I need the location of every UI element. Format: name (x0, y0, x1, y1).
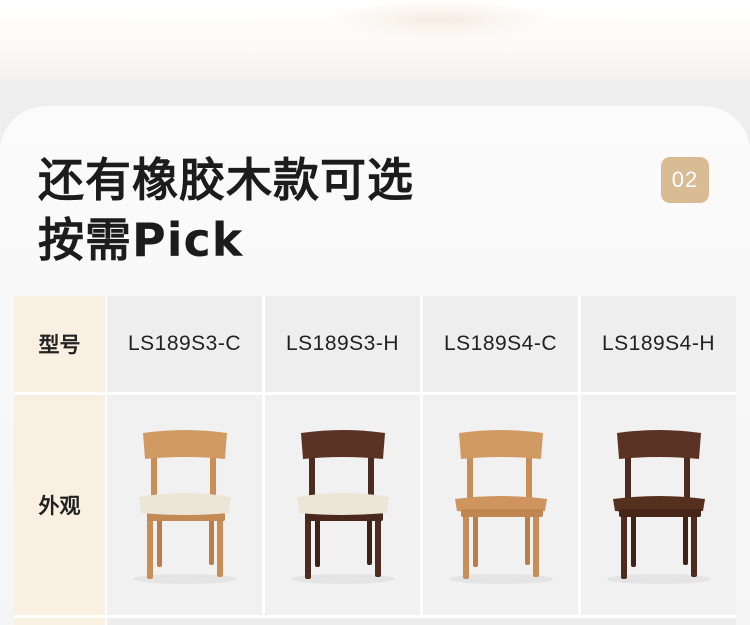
title-line-1: 还有橡胶木款可选 (38, 153, 414, 207)
row-label-appearance: 外观 (14, 395, 105, 615)
chair-image-cell (107, 395, 262, 615)
chair-image-cell (265, 395, 420, 615)
title-line-2: 按需Pick (38, 213, 244, 267)
next-row-strip (107, 618, 736, 625)
model-cell: LS189S4-C (423, 296, 578, 392)
chair-natural-cushion-image (132, 430, 237, 584)
comparison-table: 型号 LS189S3-C LS189S3-H LS189S4-C LS189S4… (14, 296, 736, 625)
model-cell: LS189S3-C (107, 296, 262, 392)
section-number-badge: 02 (661, 157, 709, 203)
chair-walnut-cushion-image (290, 430, 395, 584)
model-cell: LS189S3-H (265, 296, 420, 392)
chair-image-cell (581, 395, 736, 615)
top-banner-strip (0, 0, 750, 80)
next-row-label-strip (14, 618, 105, 625)
chair-natural-wood-seat-image (448, 430, 553, 584)
chair-image-cell (423, 395, 578, 615)
row-label-model: 型号 (14, 296, 105, 392)
model-cell: LS189S4-H (581, 296, 736, 392)
chair-walnut-wood-seat-image (606, 430, 711, 584)
section-title: 还有橡胶木款可选 按需Pick (38, 150, 414, 270)
